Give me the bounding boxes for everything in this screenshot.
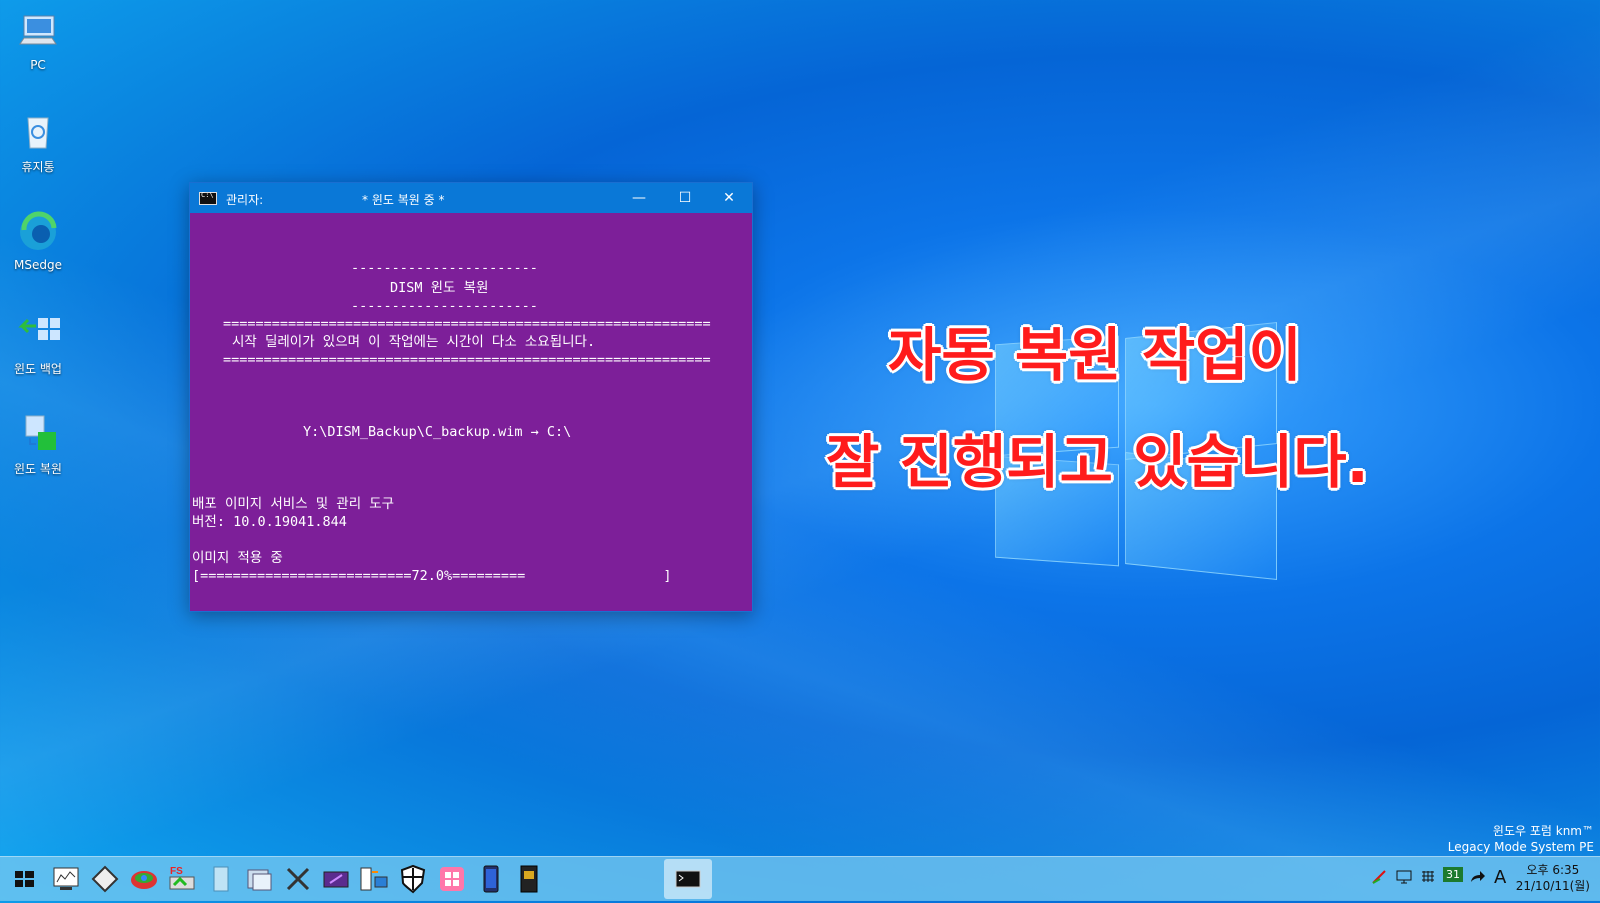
taskbar-app-system-monitor[interactable] bbox=[50, 863, 82, 895]
overlay-text-line1: 자동 복원 작업이 bbox=[888, 321, 1302, 389]
maximize-button[interactable]: ☐ bbox=[662, 183, 708, 213]
taskbar-app-windows-store[interactable] bbox=[436, 863, 468, 895]
disk-tool-icon bbox=[91, 865, 119, 893]
taskbar-app-console-active[interactable] bbox=[664, 859, 712, 899]
brand-line1: 윈도우 포럼 knm™ bbox=[1492, 824, 1594, 838]
tray-ime-indicator[interactable]: A bbox=[1494, 867, 1506, 888]
console-line: ========================================… bbox=[223, 316, 711, 332]
tray-share-icon[interactable] bbox=[1468, 869, 1486, 889]
taskbar-app-phone[interactable] bbox=[475, 863, 507, 895]
taskbar-app-tools[interactable] bbox=[282, 863, 314, 895]
brand-line2: Legacy Mode System PE bbox=[1447, 840, 1594, 854]
taskbar-clock[interactable]: 오후 6:35 21/10/11(월) bbox=[1516, 862, 1590, 894]
recycle-bin-icon bbox=[16, 110, 60, 154]
clock-date: 21/10/11(월) bbox=[1515, 879, 1590, 893]
media-icon bbox=[323, 871, 349, 888]
notepad-icon bbox=[213, 866, 229, 892]
taskbar-app-sd-card[interactable] bbox=[513, 863, 545, 895]
taskbar-app-disk-tool[interactable] bbox=[89, 863, 121, 895]
window-title-admin: 관리자: bbox=[226, 193, 264, 207]
console-icon bbox=[199, 191, 217, 205]
phone-icon bbox=[483, 865, 499, 893]
tray-calendar-icon[interactable]: 31 bbox=[1443, 867, 1463, 882]
close-button[interactable]: ✕ bbox=[706, 183, 752, 213]
clock-time: 오후 6:35 bbox=[1526, 863, 1580, 877]
taskbar-app-fs-backup[interactable]: FS bbox=[166, 863, 198, 895]
taskbar-app-shield[interactable] bbox=[397, 863, 429, 895]
console-icon bbox=[675, 870, 701, 888]
console-output: ----------------------- DISM 윈도 복원 -----… bbox=[190, 213, 752, 611]
tools-icon bbox=[286, 867, 310, 891]
window-titlebar[interactable]: 관리자: * 윈도 복원 중 * — ☐ ✕ bbox=[190, 183, 752, 213]
windows-store-icon bbox=[440, 867, 464, 891]
svg-text:FS: FS bbox=[170, 866, 183, 877]
partition-icon bbox=[131, 871, 157, 889]
console-path: Y:\DISM_Backup\C_backup.wim → C:\ bbox=[303, 424, 572, 440]
console-line: ----------------------- bbox=[351, 260, 538, 276]
explorer-icon bbox=[247, 869, 272, 891]
console-window[interactable]: 관리자: * 윈도 복원 중 * — ☐ ✕ -----------------… bbox=[189, 182, 753, 612]
desktop-icon-edge[interactable]: MSedge bbox=[6, 210, 70, 272]
console-heading: DISM 윈도 복원 bbox=[390, 280, 489, 296]
console-progress: [==========================72.0%========… bbox=[192, 568, 672, 584]
taskbar-app-file-manager[interactable] bbox=[358, 863, 390, 895]
taskbar-app-media[interactable] bbox=[320, 863, 352, 895]
taskbar-app-explorer[interactable] bbox=[243, 863, 275, 895]
console-version: 버전: 10.0.19041.844 bbox=[192, 514, 347, 530]
console-tool-name: 배포 이미지 서비스 및 관리 도구 bbox=[192, 496, 395, 512]
taskbar: FS 31 A 오후 6:35 21/10/11(월) bbox=[0, 856, 1600, 901]
tray-network-icon[interactable] bbox=[1395, 869, 1413, 889]
console-notice: 시작 딜레이가 있으며 이 작업에는 시간이 다소 소요됩니다. bbox=[232, 334, 596, 350]
desktop-icon-recycle-bin[interactable]: 휴지통 bbox=[6, 110, 70, 175]
maximize-icon: ☐ bbox=[678, 190, 692, 206]
tray-keyboard-icon[interactable] bbox=[1420, 869, 1436, 889]
taskbar-app-notepad[interactable] bbox=[205, 863, 237, 895]
backup-icon bbox=[16, 312, 60, 356]
console-line: ========================================… bbox=[223, 352, 711, 368]
fs-backup-icon: FS bbox=[169, 866, 195, 890]
close-icon: ✕ bbox=[723, 190, 735, 206]
sd-card-icon bbox=[520, 865, 538, 893]
start-icon bbox=[15, 871, 34, 887]
minimize-icon: — bbox=[632, 190, 646, 206]
start-button[interactable] bbox=[8, 863, 40, 895]
tray-network-alert-icon[interactable] bbox=[1371, 869, 1387, 889]
restore-icon bbox=[16, 412, 60, 456]
minimize-button[interactable]: — bbox=[616, 183, 662, 213]
file-manager-icon bbox=[360, 867, 388, 891]
shield-icon bbox=[400, 864, 426, 894]
pc-icon bbox=[16, 10, 60, 54]
taskbar-app-partition[interactable] bbox=[128, 863, 160, 895]
edge-icon bbox=[16, 210, 60, 254]
console-line: ----------------------- bbox=[351, 298, 538, 314]
window-title: * 윈도 복원 중 * bbox=[362, 193, 445, 207]
desktop-icon-restore[interactable]: 윈도 복원 bbox=[6, 412, 70, 477]
overlay-text-line2: 잘 진행되고 있습니다. bbox=[826, 428, 1369, 496]
desktop-icon-pc[interactable]: PC bbox=[6, 10, 70, 72]
console-status: 이미지 적용 중 bbox=[192, 550, 283, 566]
desktop-icon-backup[interactable]: 윈도 백업 bbox=[6, 312, 70, 377]
system-monitor-icon bbox=[53, 867, 79, 890]
